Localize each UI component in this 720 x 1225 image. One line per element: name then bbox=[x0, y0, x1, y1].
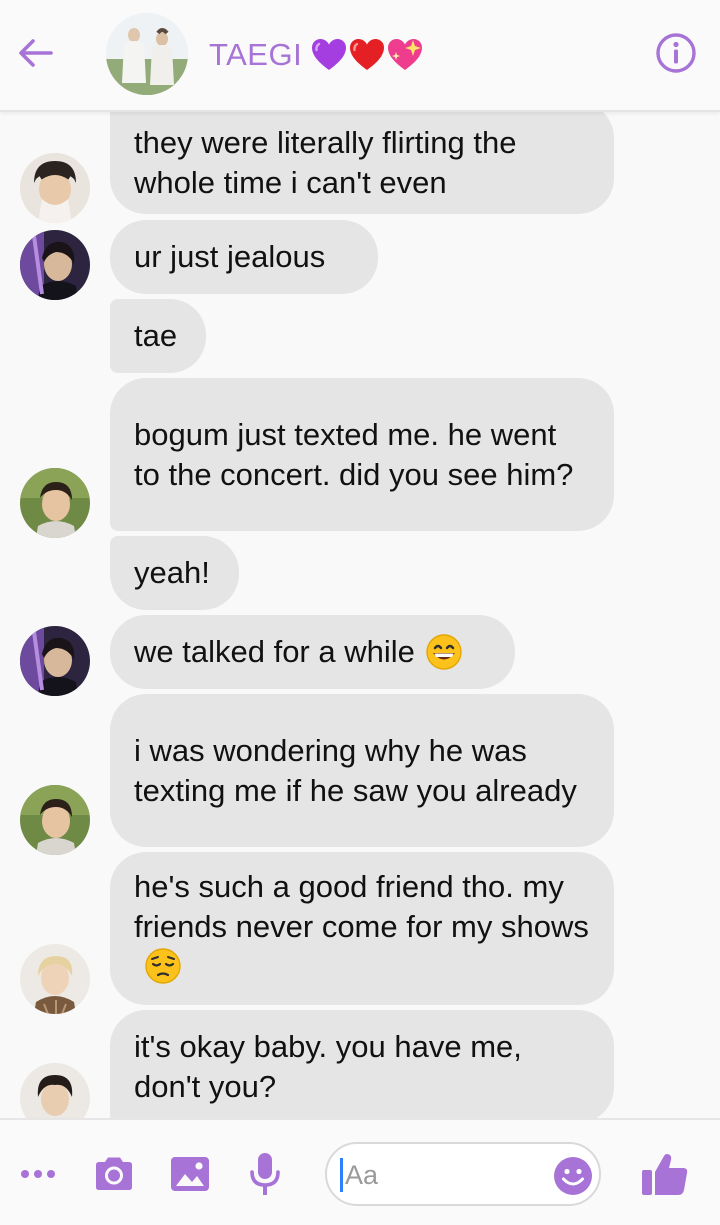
sender-avatar[interactable] bbox=[20, 944, 90, 1014]
camera-icon[interactable] bbox=[92, 1150, 136, 1198]
sender-avatar[interactable] bbox=[20, 626, 90, 696]
message-bubble[interactable]: he's such a good friend tho. my friends … bbox=[110, 852, 614, 1005]
sender-avatar[interactable] bbox=[20, 468, 90, 538]
message-text: we talked for a while bbox=[134, 634, 415, 669]
emoji-icon[interactable] bbox=[553, 1156, 593, 1196]
message-bubble[interactable]: we talked for a while bbox=[110, 615, 515, 689]
message-input-placeholder: Aa bbox=[345, 1160, 379, 1190]
chat-header: TAEGI bbox=[0, 0, 720, 112]
sender-avatar[interactable] bbox=[20, 230, 90, 300]
message-bubble[interactable]: ur just jealous bbox=[110, 220, 378, 294]
title-emoji-group bbox=[310, 36, 426, 74]
sender-avatar[interactable] bbox=[20, 785, 90, 855]
message-bubble[interactable]: bogum just texted me. he went to the con… bbox=[110, 378, 614, 531]
conversation-name: TAEGI bbox=[209, 37, 303, 72]
message-text: it's okay baby. you have me, don't you? bbox=[134, 1028, 522, 1104]
conversation-title: TAEGI bbox=[209, 33, 426, 77]
message-text-body: he's such a good friend tho. my friends … bbox=[134, 869, 589, 944]
image-icon[interactable] bbox=[170, 1150, 210, 1198]
sender-avatar[interactable] bbox=[20, 153, 90, 223]
conversation-avatar[interactable] bbox=[106, 13, 188, 95]
message-text: bogum just texted me. he went to the con… bbox=[134, 416, 574, 492]
info-icon[interactable] bbox=[653, 30, 699, 76]
microphone-icon[interactable] bbox=[247, 1150, 283, 1198]
grinning-face-icon bbox=[426, 634, 462, 670]
messenger-chat-screen: TAEGI they were literally flirting the w… bbox=[0, 0, 720, 1225]
red-heart-icon bbox=[350, 39, 385, 70]
more-icon[interactable] bbox=[20, 1150, 56, 1198]
message-text: yeah! bbox=[134, 555, 210, 590]
message-text: he's such a good friend tho. my friends … bbox=[134, 867, 590, 990]
message-text: ur just jealous bbox=[134, 239, 326, 274]
thumbs-up-icon[interactable] bbox=[640, 1150, 690, 1198]
composer-bar: Aa bbox=[0, 1118, 720, 1225]
message-list[interactable]: they were literally flirting the whole t… bbox=[0, 112, 720, 1118]
message-bubble[interactable]: they were literally flirting the whole t… bbox=[110, 112, 614, 214]
purple-heart-icon bbox=[312, 39, 347, 70]
sender-avatar[interactable] bbox=[20, 1063, 90, 1118]
pensive-face-icon bbox=[145, 948, 181, 984]
message-text: i was wondering why he was texting me if… bbox=[134, 732, 577, 808]
text-caret bbox=[340, 1158, 343, 1192]
sparkling-heart-icon bbox=[388, 39, 423, 70]
message-bubble[interactable]: yeah! bbox=[110, 536, 239, 610]
message-composer[interactable]: Aa bbox=[325, 1142, 601, 1206]
message-bubble[interactable]: i was wondering why he was texting me if… bbox=[110, 694, 614, 847]
message-bubble[interactable]: tae bbox=[110, 299, 206, 373]
message-bubble[interactable]: it's okay baby. you have me, don't you? bbox=[110, 1010, 614, 1118]
back-arrow-icon[interactable] bbox=[12, 30, 58, 76]
message-text: tae bbox=[134, 318, 178, 353]
message-text: they were literally flirting the whole t… bbox=[134, 125, 517, 200]
